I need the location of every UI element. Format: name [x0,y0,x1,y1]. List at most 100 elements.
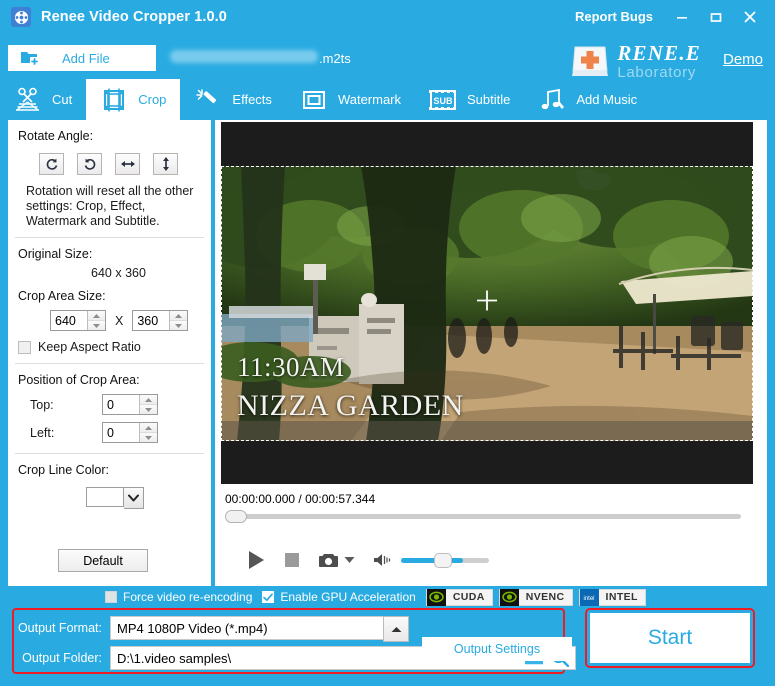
position-of-crop-area-label: Position of Crop Area: [18,373,140,387]
player-controls [247,550,489,570]
seek-thumb[interactable] [225,510,247,523]
crop-width-stepper[interactable] [50,310,106,331]
report-bugs-link[interactable]: Report Bugs [575,9,653,24]
crop-left-arrows [139,423,157,442]
snapshot-button[interactable] [318,552,339,569]
video-stage[interactable]: 11:30AM NIZZA GARDEN [221,122,753,484]
preview-panel: 11:30AM NIZZA GARDEN 00:00:00.000 / 00:0… [215,120,767,586]
tab-effects[interactable]: Effects [180,79,286,120]
tab-cut[interactable]: Cut [0,79,86,120]
keep-aspect-ratio-row[interactable]: Keep Aspect Ratio [18,340,211,354]
badge-intel: intel INTEL [578,588,646,606]
gpu-acceleration-checkbox[interactable] [262,591,275,603]
force-reencoding-label: Force video re-encoding [123,590,253,604]
current-file-name: .m2ts [170,50,351,66]
output-folder-value: D:\1.video samples\ [117,650,232,666]
crop-top-increment[interactable] [140,395,157,404]
crop-width-decrement[interactable] [88,320,105,330]
crop-width-input[interactable] [51,312,87,329]
film-frame-icon [98,87,130,113]
seek-bar[interactable] [225,510,741,523]
badge-cuda: CUDA [425,588,493,606]
crop-top-row: Top: [8,394,211,415]
tab-crop[interactable]: Crop [86,79,181,120]
crop-left-increment[interactable] [140,423,157,432]
tab-watermark[interactable]: Watermark [286,79,415,120]
output-folder-label: Output Folder: [22,651,102,665]
badge-cuda-label: CUDA [452,591,485,603]
output-format-combo[interactable]: MP4 1080P Video (*.mp4) [110,616,409,642]
watermark-icon [298,89,330,111]
force-reencoding-checkbox[interactable] [105,591,117,603]
original-size-value: 640 x 360 [91,266,146,280]
minimize-button[interactable] [665,2,699,32]
crop-top-arrows [139,395,157,414]
subtitle-icon: SUB [427,88,459,112]
combo-up-arrow-icon[interactable] [383,616,409,642]
add-file-button[interactable]: Add File [8,45,156,71]
size-separator: X [115,313,124,328]
magic-wand-icon [192,87,224,113]
crop-left-input[interactable] [103,424,139,441]
app-logo-icon [11,7,31,27]
crop-height-input[interactable] [133,312,170,329]
rotate-angle-label: Rotate Angle: [18,129,94,143]
tab-subtitle[interactable]: SUB Subtitle [415,79,524,120]
intel-logo-icon: intel [579,588,599,606]
crop-top-decrement[interactable] [140,404,157,414]
bottom-bar: Force video re-encoding Enable GPU Accel… [0,586,775,686]
add-folder-icon [20,49,40,67]
crop-top-stepper[interactable] [102,394,158,415]
scissors-icon [12,87,44,113]
crop-height-increment[interactable] [170,311,188,320]
demo-link[interactable]: Demo [723,51,763,68]
svg-text:SUB: SUB [434,96,454,106]
crop-line-color-swatch[interactable] [86,487,124,507]
close-button[interactable] [733,2,767,32]
volume-icon[interactable] [373,552,395,568]
file-name-redacted [170,50,318,63]
gpu-acceleration-label: Enable GPU Acceleration [280,590,416,604]
output-settings-button[interactable]: Output Settings [422,637,572,661]
volume-slider[interactable] [401,552,489,568]
crop-left-stepper[interactable] [102,422,158,443]
brand-name: RENE.E [617,40,701,65]
crop-width-increment[interactable] [88,311,105,320]
seek-track[interactable] [225,514,741,519]
start-button[interactable]: Start [590,613,750,663]
chevron-down-icon[interactable] [124,487,144,509]
badge-nvenc-label: NVENC [525,591,565,603]
stop-button[interactable] [284,552,300,568]
volume-thumb[interactable] [434,552,452,568]
play-button[interactable] [247,550,266,570]
crop-height-stepper[interactable] [132,310,189,331]
time-readout: 00:00:00.000 / 00:00:57.344 [225,492,376,506]
tab-add-music[interactable]: Add Music [524,79,651,120]
crop-left-decrement[interactable] [140,432,157,442]
video-overlay-time: 11:30AM [237,352,345,382]
tab-add-music-label: Add Music [576,92,638,107]
default-button[interactable]: Default [58,549,148,572]
encoding-options-row: Force video re-encoding Enable GPU Accel… [105,588,652,606]
maximize-button[interactable] [699,2,733,32]
crop-height-decrement[interactable] [170,320,188,330]
rotate-clockwise-button[interactable] [39,153,64,175]
app-window: Renee Video Cropper 1.0.0 Report Bugs RE… [0,0,775,686]
crop-line-color-picker[interactable] [86,487,211,509]
nvidia-eye-icon [499,588,519,606]
rotate-counterclockwise-button[interactable] [77,153,102,175]
crop-settings-panel: Rotate Angle: Rotation will reset all th… [8,120,211,586]
crop-top-label: Top: [30,397,54,412]
keep-aspect-ratio-checkbox[interactable] [18,340,31,354]
first-aid-key-icon [567,38,613,84]
svg-text:intel: intel [584,596,595,602]
tab-cut-label: Cut [52,92,73,107]
flip-horizontal-button[interactable] [115,153,140,175]
crop-top-input[interactable] [103,396,139,413]
output-format-label: Output Format: [17,621,102,635]
title-bar: Renee Video Cropper 1.0.0 Report Bugs [0,0,775,34]
rotation-note: Rotation will reset all the other settin… [26,184,194,228]
flip-vertical-button[interactable] [153,153,178,175]
snapshot-dropdown-icon[interactable] [344,556,355,564]
tab-watermark-label: Watermark [337,92,402,107]
